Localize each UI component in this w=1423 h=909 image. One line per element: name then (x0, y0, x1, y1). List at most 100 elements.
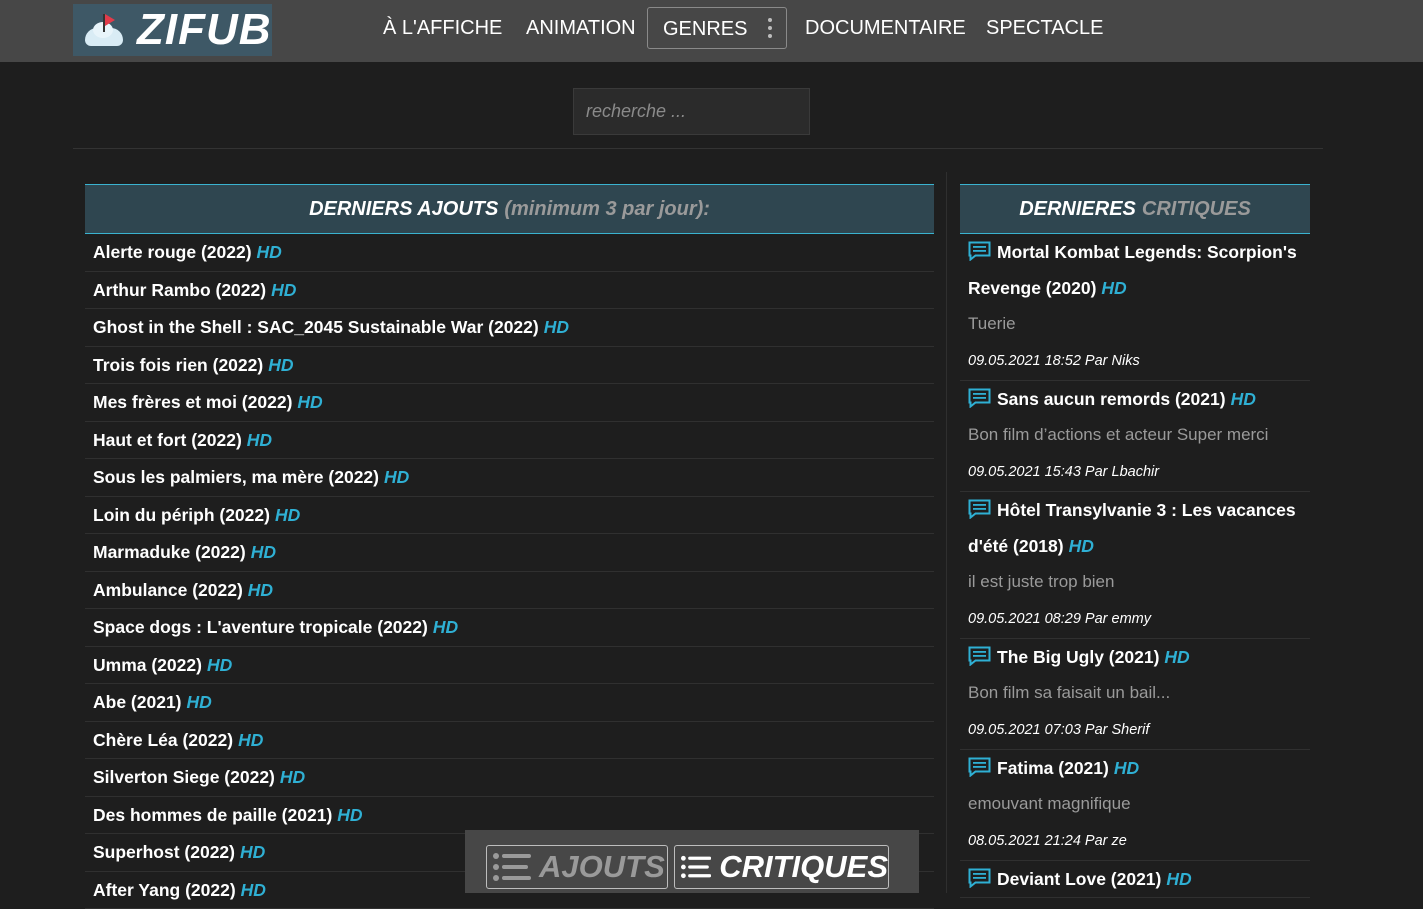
review-title-link[interactable]: Deviant Love (2021)HD (968, 861, 1302, 897)
movie-title-link[interactable]: Des hommes de paille (2021) (93, 805, 332, 825)
list-item[interactable]: Chère Léa (2022)HD (85, 722, 934, 760)
hd-badge: HD (544, 317, 569, 337)
comment-icon (968, 499, 991, 519)
hd-badge: HD (187, 692, 212, 712)
hd-badge: HD (240, 842, 265, 862)
more-vertical-icon (768, 18, 772, 42)
reviews-header: DERNIERES CRITIQUES (960, 184, 1310, 234)
review-title-link[interactable]: Sans aucun remords (2021)HD (968, 381, 1302, 417)
nav-genres-dropdown[interactable]: GENRES (647, 7, 787, 49)
list-item[interactable]: Des hommes de paille (2021)HD (85, 797, 934, 835)
review-item: Hôtel Transylvanie 3 : Les vacances d'ét… (960, 492, 1310, 639)
hd-badge: HD (297, 392, 322, 412)
movie-title-link[interactable]: Space dogs : L'aventure tropicale (2022) (93, 617, 428, 637)
list-item[interactable]: Mes frères et moi (2022)HD (85, 384, 934, 422)
hd-badge: HD (248, 580, 273, 600)
critiques-button[interactable]: CRITIQUES (674, 845, 889, 889)
hd-badge: HD (433, 617, 458, 637)
site-logo[interactable]: ZIFUB (73, 4, 272, 56)
review-text: emouvant magnifique (968, 786, 1302, 822)
movie-title-link[interactable]: Silverton Siege (2022) (93, 767, 275, 787)
list-item[interactable]: Alerte rouge (2022)HD (85, 234, 934, 272)
hd-badge: HD (337, 805, 362, 825)
comment-icon (968, 241, 991, 261)
review-item: Deviant Love (2021)HD (960, 861, 1310, 898)
review-title-link[interactable]: Hôtel Transylvanie 3 : Les vacances d'ét… (968, 492, 1302, 564)
column-divider (946, 172, 947, 893)
search-input[interactable] (573, 88, 810, 135)
nav-animation[interactable]: ANIMATION (526, 7, 636, 49)
movie-title-link[interactable]: Loin du périph (2022) (93, 505, 270, 525)
review-meta: 08.05.2021 21:24 Par ze (968, 822, 1302, 860)
movie-title-link[interactable]: Haut et fort (2022) (93, 430, 242, 450)
hd-badge: HD (207, 655, 232, 675)
list-item[interactable]: Ambulance (2022)HD (85, 572, 934, 610)
additions-subtitle: (minimum 3 par jour): (504, 198, 710, 221)
list-item[interactable]: Silverton Siege (2022)HD (85, 759, 934, 797)
list-item[interactable]: Ghost in the Shell : SAC_2045 Sustainabl… (85, 309, 934, 347)
list-item[interactable]: Abe (2021)HD (85, 684, 934, 722)
movie-title-link[interactable]: Ambulance (2022) (93, 580, 243, 600)
movie-title-link[interactable]: Chère Léa (2022) (93, 730, 233, 750)
movie-title-link[interactable]: Ghost in the Shell : SAC_2045 Sustainabl… (93, 317, 539, 337)
comment-icon (968, 868, 991, 888)
review-item: The Big Ugly (2021)HDBon film sa faisait… (960, 639, 1310, 750)
movie-title-link[interactable]: Alerte rouge (2022) (93, 242, 252, 262)
cloud-flag-icon (83, 10, 127, 50)
nav-spectacle[interactable]: SPECTACLE (986, 7, 1103, 49)
review-title-link[interactable]: The Big Ugly (2021)HD (968, 639, 1302, 675)
review-movie-title: Fatima (2021) (997, 758, 1109, 778)
nav-genres-label: GENRES (663, 18, 747, 40)
movie-title-link[interactable]: Mes frères et moi (2022) (93, 392, 292, 412)
list-item[interactable]: Loin du périph (2022)HD (85, 497, 934, 535)
list-item[interactable]: Umma (2022)HD (85, 647, 934, 685)
critiques-label: CRITIQUES (719, 849, 888, 885)
review-movie-title: Deviant Love (2021) (997, 869, 1161, 889)
nav-a-laffiche[interactable]: À L'AFFICHE (383, 7, 502, 49)
review-text: Bon film sa faisait un bail... (968, 675, 1302, 711)
list-item[interactable]: Arthur Rambo (2022)HD (85, 272, 934, 310)
review-meta: 09.05.2021 15:43 Par Lbachir (968, 453, 1302, 491)
list-item[interactable]: Trois fois rien (2022)HD (85, 347, 934, 385)
list-icon (493, 853, 531, 881)
reviews-title-dim: CRITIQUES (1142, 198, 1251, 221)
list-item[interactable]: Space dogs : L'aventure tropicale (2022)… (85, 609, 934, 647)
ajouts-label: AJOUTS (539, 849, 665, 885)
review-meta: 09.05.2021 18:52 Par Niks (968, 342, 1302, 380)
nav-documentaire[interactable]: DOCUMENTAIRE (805, 7, 966, 49)
hd-badge: HD (384, 467, 409, 487)
review-meta: 09.05.2021 08:29 Par emmy (968, 600, 1302, 638)
movie-title-link[interactable]: After Yang (2022) (93, 880, 236, 900)
comment-icon (968, 388, 991, 408)
review-movie-title: The Big Ugly (2021) (997, 647, 1159, 667)
hd-badge: HD (268, 355, 293, 375)
list-item[interactable]: Marmaduke (2022)HD (85, 534, 934, 572)
additions-list: Alerte rouge (2022)HDArthur Rambo (2022)… (85, 234, 934, 909)
movie-title-link[interactable]: Abe (2021) (93, 692, 182, 712)
list-item[interactable]: Haut et fort (2022)HD (85, 422, 934, 460)
review-text: il est juste trop bien (968, 564, 1302, 600)
review-meta: 09.05.2021 07:03 Par Sherif (968, 711, 1302, 749)
hd-badge: HD (247, 430, 272, 450)
comment-icon (968, 646, 991, 666)
floating-tab-bar: AJOUTS CRITIQUES (465, 830, 919, 893)
hd-badge: HD (271, 280, 296, 300)
movie-title-link[interactable]: Arthur Rambo (2022) (93, 280, 266, 300)
divider (73, 148, 1323, 149)
hd-badge: HD (1101, 278, 1126, 298)
movie-title-link[interactable]: Marmaduke (2022) (93, 542, 246, 562)
reviews-list: Mortal Kombat Legends: Scorpion's Reveng… (960, 234, 1310, 898)
review-movie-title: Hôtel Transylvanie 3 : Les vacances d'ét… (968, 500, 1296, 556)
review-text: Bon film d’actions et acteur Super merci (968, 417, 1302, 453)
review-item: Fatima (2021)HDemouvant magnifique08.05.… (960, 750, 1310, 861)
review-title-link[interactable]: Mortal Kombat Legends: Scorpion's Reveng… (968, 234, 1302, 306)
list-item[interactable]: Sous les palmiers, ma mère (2022)HD (85, 459, 934, 497)
hd-badge: HD (1166, 869, 1191, 889)
movie-title-link[interactable]: Sous les palmiers, ma mère (2022) (93, 467, 379, 487)
review-title-link[interactable]: Fatima (2021)HD (968, 750, 1302, 786)
hd-badge: HD (1231, 389, 1256, 409)
movie-title-link[interactable]: Umma (2022) (93, 655, 202, 675)
movie-title-link[interactable]: Trois fois rien (2022) (93, 355, 263, 375)
ajouts-button[interactable]: AJOUTS (486, 845, 668, 889)
movie-title-link[interactable]: Superhost (2022) (93, 842, 235, 862)
